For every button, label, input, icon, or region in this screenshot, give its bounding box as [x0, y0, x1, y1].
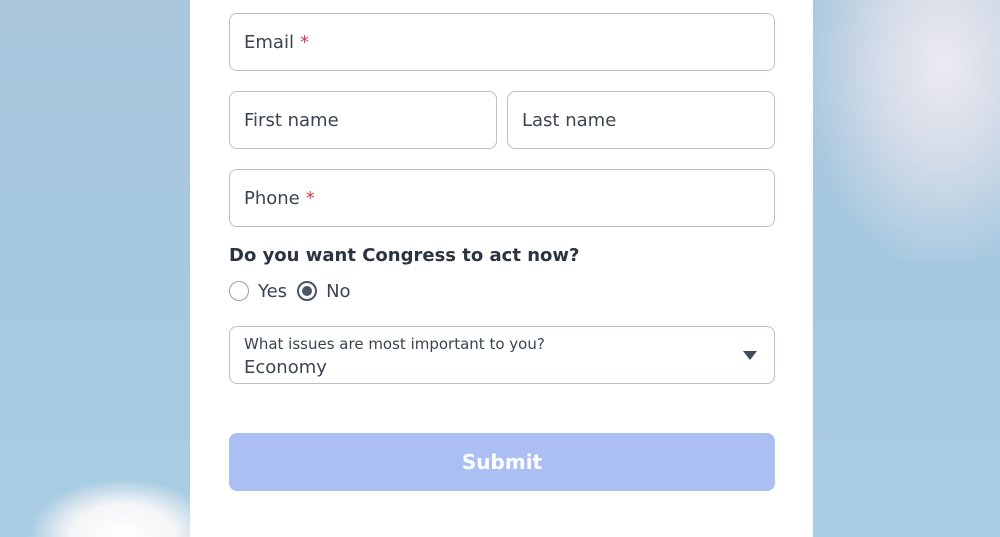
submit-button[interactable]: Submit — [229, 433, 775, 491]
first-name-field[interactable]: First name — [229, 91, 497, 149]
background-cloud — [30, 480, 200, 537]
question-label: Do you want Congress to act now? — [229, 245, 580, 266]
required-asterisk: * — [305, 187, 315, 209]
phone-label: Phone — [244, 187, 300, 209]
phone-field[interactable]: Phone * — [229, 169, 775, 227]
radio-no[interactable] — [297, 281, 318, 301]
radio-selected-dot — [302, 286, 313, 296]
first-name-label: First name — [244, 109, 339, 131]
radio-no-label[interactable]: No — [326, 281, 350, 302]
issues-select-label: What issues are most important to you? — [244, 335, 545, 353]
radio-group: Yes No — [229, 280, 361, 302]
radio-yes[interactable] — [229, 281, 249, 301]
required-asterisk: * — [299, 31, 309, 53]
radio-yes-label[interactable]: Yes — [258, 281, 287, 302]
last-name-label: Last name — [522, 109, 617, 131]
email-field[interactable]: Email * — [229, 13, 775, 71]
background-cloud — [810, 0, 1000, 260]
last-name-field[interactable]: Last name — [507, 91, 775, 149]
email-label: Email — [244, 31, 294, 53]
issues-select[interactable]: What issues are most important to you? E… — [229, 326, 775, 384]
issues-select-value: Economy — [244, 357, 327, 378]
chevron-down-icon[interactable] — [743, 351, 757, 360]
